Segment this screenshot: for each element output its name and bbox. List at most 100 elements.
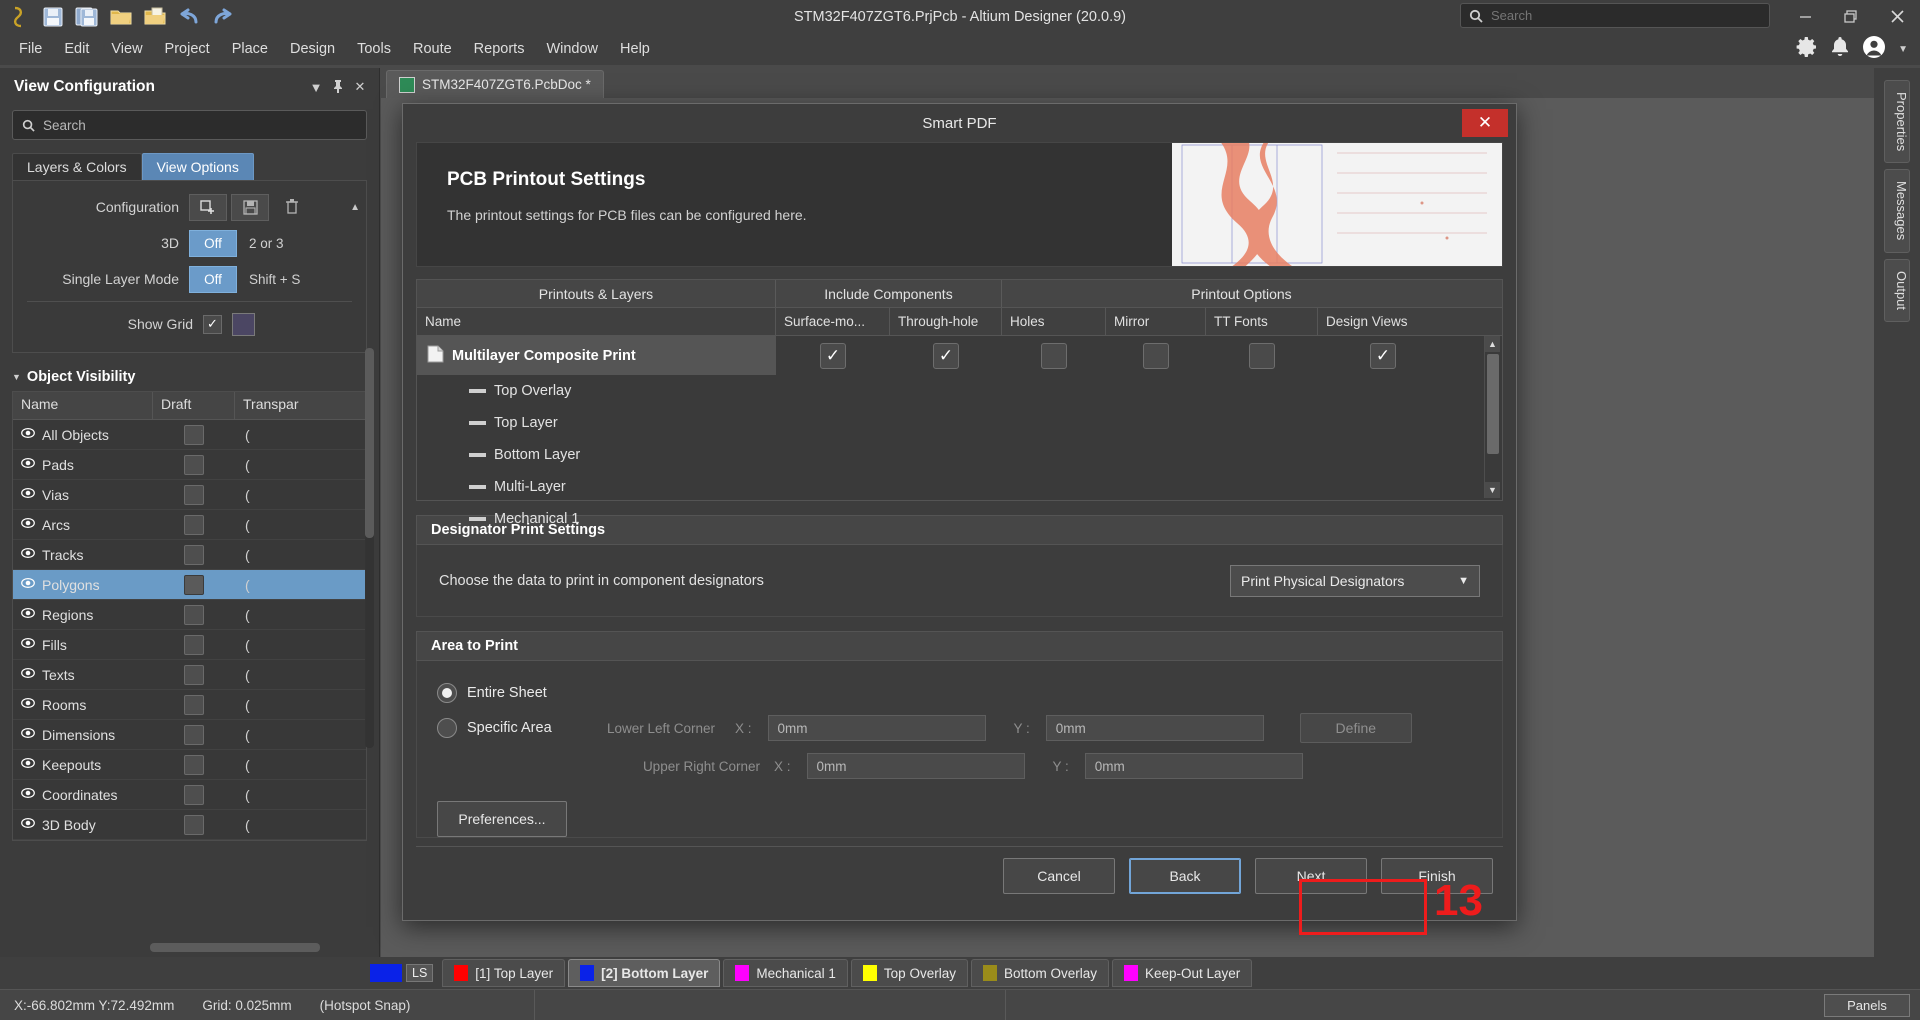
holes-checkbox[interactable]	[1041, 342, 1067, 369]
specific-area-row[interactable]: Specific Area Lower Left Corner X : 0mm …	[437, 709, 1482, 747]
object-visibility-row[interactable]: 3D Body (	[13, 810, 366, 840]
save-config-icon[interactable]	[231, 193, 269, 221]
open-document-icon[interactable]	[140, 3, 170, 31]
draft-cell[interactable]	[153, 664, 235, 685]
eye-icon[interactable]	[21, 486, 35, 503]
pin-icon[interactable]	[327, 79, 349, 96]
object-visibility-row[interactable]: Texts (	[13, 660, 366, 690]
draft-checkbox[interactable]	[184, 784, 204, 805]
draft-checkbox[interactable]	[184, 694, 204, 715]
draft-checkbox[interactable]	[184, 454, 204, 475]
layer-tab[interactable]: [1] Top Layer	[442, 959, 566, 987]
object-visibility-row[interactable]: All Objects (	[13, 420, 366, 450]
search-input[interactable]	[1491, 8, 1746, 23]
specific-area-radio[interactable]	[437, 718, 457, 738]
open-folder-icon[interactable]	[106, 3, 136, 31]
eye-icon[interactable]	[21, 546, 35, 563]
panel-tab-messages[interactable]: Messages	[1884, 169, 1910, 253]
transparency-cell[interactable]: (	[235, 427, 317, 443]
cell-tt-fonts[interactable]	[1206, 336, 1318, 375]
scroll-thumb[interactable]	[1487, 354, 1499, 454]
layer-sets-control[interactable]: LS	[370, 964, 434, 982]
layer-tab[interactable]: Bottom Overlay	[970, 959, 1109, 987]
eye-icon[interactable]	[21, 606, 35, 623]
printout-layer-row[interactable]: Top Overlay	[417, 375, 1502, 407]
draft-cell[interactable]	[153, 544, 235, 565]
panel-search-box[interactable]: Search	[12, 110, 367, 140]
draft-checkbox[interactable]	[184, 484, 204, 505]
object-visibility-row[interactable]: Polygons (	[13, 570, 366, 600]
define-button[interactable]: Define	[1299, 713, 1412, 743]
menu-tools[interactable]: Tools	[346, 37, 402, 61]
add-config-icon[interactable]	[189, 193, 227, 221]
object-visibility-row[interactable]: Tracks (	[13, 540, 366, 570]
printout-name-cell[interactable]: Multilayer Composite Print	[417, 336, 776, 375]
design-views-checkbox[interactable]: ✓	[1370, 342, 1396, 369]
three-d-toggle[interactable]: Off	[189, 229, 237, 257]
gear-icon[interactable]	[1796, 36, 1818, 63]
draft-cell[interactable]	[153, 454, 235, 475]
show-grid-checkbox[interactable]: ✓	[203, 314, 222, 334]
panel-tab-output[interactable]: Output	[1884, 258, 1910, 322]
altium-logo-icon[interactable]	[4, 3, 34, 31]
surface-mount-checkbox[interactable]: ✓	[820, 342, 846, 369]
printout-layer-row[interactable]: Bottom Layer	[417, 439, 1502, 471]
transparency-cell[interactable]: (	[235, 487, 317, 503]
object-visibility-row[interactable]: Regions (	[13, 600, 366, 630]
left-panel-hscrollbar[interactable]	[150, 943, 320, 952]
draft-cell[interactable]	[153, 814, 235, 835]
menu-edit[interactable]: Edit	[53, 37, 100, 61]
draft-cell[interactable]	[153, 694, 235, 715]
draft-cell[interactable]	[153, 754, 235, 775]
grid-color-swatch[interactable]	[232, 312, 255, 336]
global-search-box[interactable]	[1460, 3, 1770, 28]
layer-tab[interactable]: Top Overlay	[850, 959, 968, 987]
draft-checkbox[interactable]	[184, 754, 204, 775]
transparency-cell[interactable]: (	[235, 787, 317, 803]
draft-checkbox[interactable]	[184, 514, 204, 535]
table-scrollbar[interactable]: ▲ ▼	[1484, 336, 1500, 498]
object-visibility-row[interactable]: Rooms (	[13, 690, 366, 720]
printout-layer-row[interactable]: Multi-Layer	[417, 471, 1502, 503]
bell-icon[interactable]	[1830, 36, 1850, 62]
panel-tab-properties[interactable]: Properties	[1884, 80, 1910, 164]
maximize-button[interactable]	[1828, 0, 1874, 33]
draft-cell[interactable]	[153, 484, 235, 505]
undo-icon[interactable]	[174, 3, 204, 31]
document-tab[interactable]: STM32F407ZGT6.PcbDoc *	[386, 70, 604, 98]
eye-icon[interactable]	[21, 636, 35, 653]
lower-left-y-field[interactable]: 0mm	[1045, 715, 1264, 741]
upper-right-x-field[interactable]: 0mm	[806, 753, 1025, 779]
cell-design-views[interactable]: ✓	[1318, 336, 1448, 375]
collapse-icon[interactable]: ▼	[305, 80, 327, 95]
draft-checkbox[interactable]	[184, 544, 204, 565]
entire-sheet-radio[interactable]	[437, 683, 457, 703]
layer-tab[interactable]: Keep-Out Layer	[1111, 959, 1253, 987]
transparency-cell[interactable]: (	[235, 577, 317, 593]
eye-icon[interactable]	[21, 666, 35, 683]
layer-tab[interactable]: Mechanical 1	[723, 959, 848, 987]
close-icon[interactable]: ✕	[349, 79, 371, 95]
menu-help[interactable]: Help	[609, 37, 661, 61]
designator-dropdown[interactable]: Print Physical Designators ▼	[1230, 564, 1480, 597]
delete-config-icon[interactable]	[273, 194, 311, 221]
ls-label[interactable]: LS	[406, 964, 434, 982]
transparency-cell[interactable]: (	[235, 607, 317, 623]
transparency-cell[interactable]: (	[235, 517, 317, 533]
menu-route[interactable]: Route	[402, 37, 463, 61]
through-hole-checkbox[interactable]: ✓	[933, 342, 959, 369]
minimize-button[interactable]	[1782, 0, 1828, 33]
draft-checkbox[interactable]	[184, 814, 204, 835]
tab-view-options[interactable]: View Options	[141, 153, 254, 180]
save-icon[interactable]	[38, 3, 68, 31]
chevron-down-icon[interactable]: ▼	[1898, 44, 1908, 55]
menu-place[interactable]: Place	[221, 37, 279, 61]
menu-file[interactable]: File	[8, 37, 53, 61]
scroll-up-icon[interactable]: ▲	[350, 202, 360, 213]
account-icon[interactable]	[1862, 35, 1886, 64]
entire-sheet-row[interactable]: Entire Sheet	[437, 677, 1482, 709]
transparency-cell[interactable]: (	[235, 817, 317, 833]
mirror-checkbox[interactable]	[1143, 342, 1169, 369]
object-visibility-row[interactable]: Dimensions (	[13, 720, 366, 750]
eye-icon[interactable]	[21, 426, 35, 443]
